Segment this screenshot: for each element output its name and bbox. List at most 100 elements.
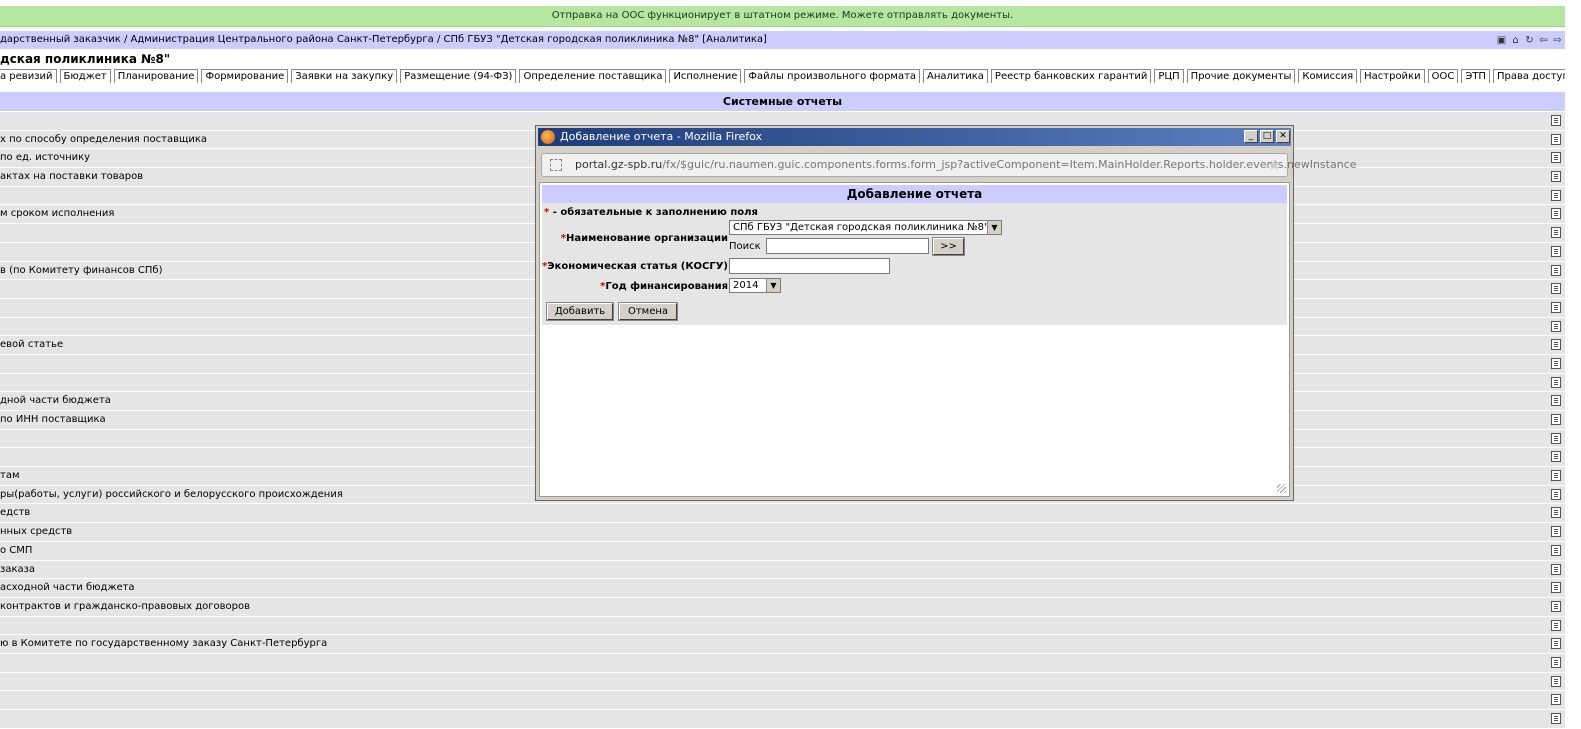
report-label[interactable]: ю в Комитете по государственному заказу … (0, 635, 327, 653)
report-label[interactable]: контрактов и гражданско-правовых договор… (0, 598, 250, 616)
tab-14[interactable]: Настройки (1360, 69, 1425, 83)
tab-13[interactable]: Комиссия (1298, 69, 1358, 83)
tab-17[interactable]: Права доступа (1492, 69, 1565, 83)
report-document-icon[interactable] (1551, 357, 1561, 369)
report-label[interactable]: дной части бюджета (0, 392, 111, 410)
report-row[interactable]: контрактов и гражданско-правовых договор… (0, 597, 1565, 617)
report-document-icon[interactable] (1551, 245, 1561, 257)
report-label[interactable]: в (по Комитету финансов СПб) (0, 262, 162, 280)
report-document-icon[interactable] (1551, 638, 1561, 650)
tab-2[interactable]: Планирование (113, 69, 199, 83)
folder-icon[interactable]: ▣ (1496, 35, 1507, 46)
cancel-button[interactable]: Отмена (618, 302, 678, 321)
report-document-icon[interactable] (1551, 600, 1561, 612)
report-label[interactable]: заказа (0, 561, 35, 579)
back-arrow-icon[interactable]: ⇦ (1538, 35, 1549, 46)
tab-3[interactable]: Формирование (201, 69, 289, 83)
report-row[interactable] (0, 672, 1565, 692)
report-row[interactable]: нных средств (0, 523, 1565, 542)
report-row[interactable]: едств (0, 504, 1565, 524)
report-document-icon[interactable] (1551, 320, 1561, 332)
report-label[interactable]: по ИНН поставщика (0, 411, 106, 429)
report-row[interactable]: о СМП (0, 541, 1565, 561)
site-identity-icon[interactable] (550, 159, 562, 171)
tab-0[interactable]: а ревизий (0, 69, 57, 83)
report-document-icon[interactable] (1551, 152, 1561, 164)
report-label[interactable]: актах на поставки товаров (0, 168, 143, 186)
maximize-button[interactable]: □ (1260, 130, 1274, 143)
report-document-icon[interactable] (1551, 339, 1561, 351)
report-document-icon[interactable] (1551, 563, 1561, 575)
report-document-icon[interactable] (1551, 208, 1561, 220)
report-document-icon[interactable] (1551, 264, 1561, 276)
tab-12[interactable]: Прочие документы (1186, 69, 1296, 83)
report-label[interactable]: нных средств (0, 523, 72, 541)
popup-titlebar[interactable]: Добавление отчета - Mozilla Firefox _ □ … (538, 128, 1291, 146)
report-document-icon[interactable] (1551, 507, 1561, 519)
report-label[interactable]: х по способу определения поставщика (0, 131, 207, 149)
tab-15[interactable]: ООС (1427, 69, 1459, 83)
report-document-icon[interactable] (1551, 675, 1561, 687)
report-document-icon[interactable] (1551, 656, 1561, 668)
report-label[interactable]: там (0, 467, 20, 485)
report-label[interactable]: асходной части бюджета (0, 579, 135, 597)
report-document-icon[interactable] (1551, 133, 1561, 145)
resize-grip-icon[interactable] (1277, 484, 1286, 493)
report-row[interactable] (0, 710, 1565, 729)
url-bar[interactable]: portal.gz-spb.ru/fx/$guic/ru.naumen.guic… (541, 153, 1357, 177)
tab-16[interactable]: ЭТП (1461, 69, 1490, 83)
report-row[interactable]: асходной части бюджета (0, 579, 1565, 598)
report-document-icon[interactable] (1551, 694, 1561, 706)
report-document-icon[interactable] (1551, 470, 1561, 482)
tab-8[interactable]: Файлы произвольного формата (744, 69, 921, 83)
report-label[interactable]: по ед. источнику (0, 149, 90, 167)
tab-1[interactable]: Бюджет (59, 69, 111, 83)
forward-arrow-icon[interactable]: ⇨ (1552, 35, 1563, 46)
search-input[interactable] (766, 238, 929, 254)
tab-10[interactable]: Реестр банковских гарантий (990, 69, 1152, 83)
chevron-down-icon[interactable]: ▼ (987, 221, 1001, 234)
report-row[interactable]: заказа (0, 560, 1565, 580)
report-document-icon[interactable] (1551, 376, 1561, 388)
report-document-icon[interactable] (1551, 227, 1561, 239)
add-button[interactable]: Добавить (546, 302, 614, 321)
report-row[interactable] (0, 653, 1565, 673)
chevron-down-icon[interactable]: ▼ (766, 279, 780, 292)
report-label[interactable]: м сроком исполнения (0, 205, 114, 223)
report-document-icon[interactable] (1551, 414, 1561, 425)
close-button[interactable]: ✕ (1276, 130, 1290, 143)
report-label[interactable]: ры(работы, услуги) российского и белорус… (0, 486, 343, 504)
report-row[interactable]: ю в Комитете по государственному заказу … (0, 635, 1565, 654)
report-document-icon[interactable] (1551, 395, 1561, 407)
report-document-icon[interactable] (1551, 526, 1561, 538)
report-document-icon[interactable] (1551, 619, 1561, 631)
report-document-icon[interactable] (1551, 451, 1561, 463)
tab-11[interactable]: РЦП (1154, 69, 1184, 83)
report-document-icon[interactable] (1551, 488, 1561, 500)
report-document-icon[interactable] (1551, 544, 1561, 556)
report-document-icon[interactable] (1551, 189, 1561, 201)
bookmark-star-icon[interactable]: ★ (1268, 156, 1281, 174)
report-document-icon[interactable] (1551, 283, 1561, 295)
url-text[interactable]: portal.gz-spb.ru/fx/$guic/ru.naumen.guic… (575, 154, 1357, 176)
tab-6[interactable]: Определение поставщика (519, 69, 667, 83)
kosgu-input[interactable] (729, 258, 890, 274)
report-document-icon[interactable] (1551, 713, 1561, 724)
report-document-icon[interactable] (1551, 115, 1561, 126)
report-label[interactable]: едств (0, 504, 30, 522)
tab-4[interactable]: Заявки на закупку (291, 69, 398, 83)
minimize-button[interactable]: _ (1244, 130, 1258, 143)
tab-9[interactable]: Аналитика (923, 69, 988, 83)
report-document-icon[interactable] (1551, 582, 1561, 594)
report-document-icon[interactable] (1551, 301, 1561, 313)
report-document-icon[interactable] (1551, 171, 1561, 183)
tab-7[interactable]: Исполнение (669, 69, 742, 83)
report-row[interactable] (0, 691, 1565, 710)
tab-5[interactable]: Размещение (94-ФЗ) (400, 69, 517, 83)
organization-select[interactable]: СПб ГБУЗ "Детская городская поликлиника … (729, 220, 1002, 235)
report-label[interactable]: евой статье (0, 336, 63, 354)
report-row[interactable] (0, 616, 1565, 636)
home-icon[interactable]: ⌂ (1510, 35, 1521, 46)
search-button[interactable]: >> (932, 237, 965, 256)
report-label[interactable]: о СМП (0, 542, 32, 560)
